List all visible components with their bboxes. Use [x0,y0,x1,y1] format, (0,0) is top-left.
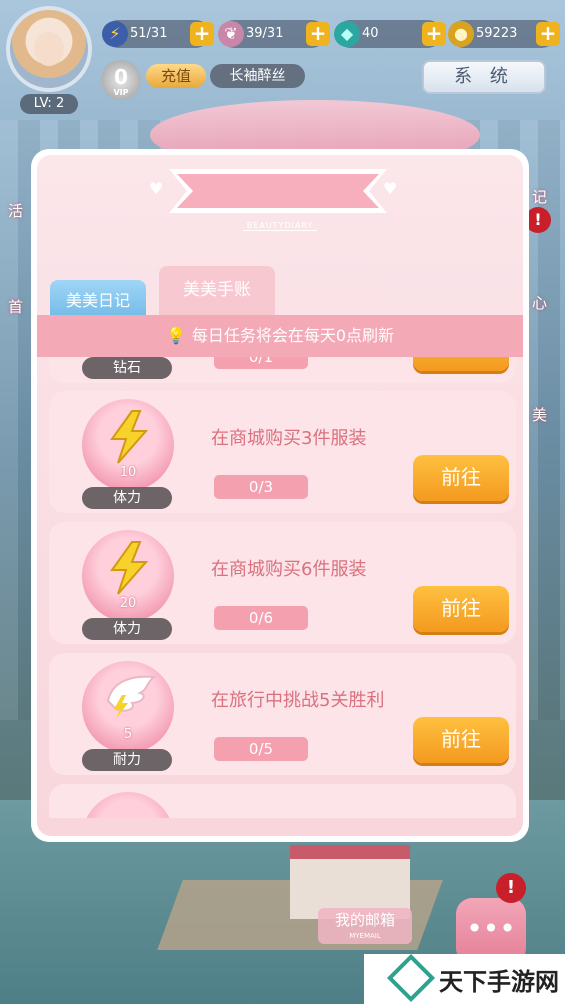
coin-icon: ● [448,21,474,47]
daily-reset-notice: 💡 每日任务将会在每天0点刷新 [37,315,523,357]
reward-icon-circle [82,792,174,818]
avatar[interactable] [6,6,92,92]
mail-label: 我的邮箱 [334,911,395,929]
title-ribbon [169,169,387,213]
heart-icon: ♥ [149,179,164,198]
heart-icon: ♥ [383,179,398,198]
wing-icon: ❦ [218,21,244,47]
vip-label: VIP [113,88,129,97]
task-list[interactable]: 钻石 0/1 前往 10 体力 在商城购买3件服装 0/3 前往 [37,357,523,818]
add-energy-button[interactable]: + [190,22,214,46]
task-progress: 0/1 [214,357,308,369]
task-item: 10 体力 在商城购买3件服装 0/3 前往 [49,391,516,513]
reward-label: 钻石 [82,357,172,379]
player-level: LV: 2 [20,94,78,114]
task-dialog-body: ♥ ♥ BEAUTYDIARY 美美日记 美美手账 💡 每日任务将会在每天0点刷新… [37,155,523,836]
task-description: 在旅行中挑战5关胜利 [211,690,385,711]
gold-counter: ● 59223 + [448,20,560,48]
lightning-icon [110,541,149,595]
stamina-value: 39/31 [246,26,284,41]
task-item: 5 耐力 在旅行中挑战5关胜利 0/5 前往 [49,653,516,775]
add-gold-button[interactable]: + [536,22,560,46]
energy-counter: ⚡ 51/31 + [102,20,214,48]
task-description: 在商城购买3件服装 [211,428,367,449]
reward-amount: 5 [123,727,133,742]
task-progress: 0/5 [214,737,308,761]
tab-beauty-notebook[interactable]: 美美手账 [159,266,275,322]
go-button[interactable]: 前往 [413,357,509,371]
task-description: 在商城购买6件服装 [211,559,367,580]
vip-badge[interactable]: 0 VIP [101,60,141,100]
energy-value: 51/31 [130,26,168,41]
side-label-left1[interactable]: 活 [8,200,23,221]
stamina-counter: ❦ 39/31 + [218,20,330,48]
side-label-right2[interactable]: 心 [532,292,547,313]
system-button[interactable]: 系 统 [422,60,546,94]
brand-logo-icon [386,953,436,1003]
brand-text: 天下手游网 [439,968,559,996]
alert-badge: ! [496,873,526,903]
diamond-icon: ◆ [334,21,360,47]
task-item [49,784,516,818]
task-item: 钻石 0/1 前往 [49,357,516,383]
recharge-button[interactable]: 充值 [146,64,206,88]
username: 长袖醉丝 [210,64,305,88]
lightning-icon: ⚡ [102,21,128,47]
mail-sub-label: MYEMAIL [349,932,381,940]
add-diamond-button[interactable]: + [422,22,446,46]
banner-subtitle: BEAUTYDIARY [37,221,523,231]
lightbulb-icon: 💡 [165,326,186,345]
reward-label: 耐力 [82,749,172,771]
reward-amount: 10 [119,465,137,480]
vip-level: 0 [114,65,128,89]
add-stamina-button[interactable]: + [306,22,330,46]
reward-amount: 20 [119,596,137,611]
reward-label: 体力 [82,487,172,509]
gold-value: 59223 [476,26,518,41]
go-button[interactable]: 前往 [413,586,509,632]
task-progress: 0/6 [214,606,308,630]
lightning-icon [110,410,149,464]
side-label-right3[interactable]: 美 [532,404,547,425]
watermark: 天下手游网 [364,953,565,1004]
side-label-right1[interactable]: 记 [532,186,547,207]
side-label-left2[interactable]: 首 [8,296,23,317]
task-progress: 0/3 [214,475,308,499]
reward-label: 体力 [82,618,172,640]
diamond-counter: ◆ 40 + [334,20,446,48]
diamond-value: 40 [362,26,379,41]
avatar-face [34,32,64,66]
go-button[interactable]: 前往 [413,717,509,763]
task-item: 20 体力 在商城购买6件服装 0/6 前往 [49,522,516,644]
task-dialog: ♥ ♥ BEAUTYDIARY 美美日记 美美手账 💡 每日任务将会在每天0点刷新… [31,149,529,842]
my-mail-button[interactable]: 我的邮箱 MYEMAIL [318,908,412,944]
go-button[interactable]: 前往 [413,455,509,501]
wing-icon [106,675,157,719]
